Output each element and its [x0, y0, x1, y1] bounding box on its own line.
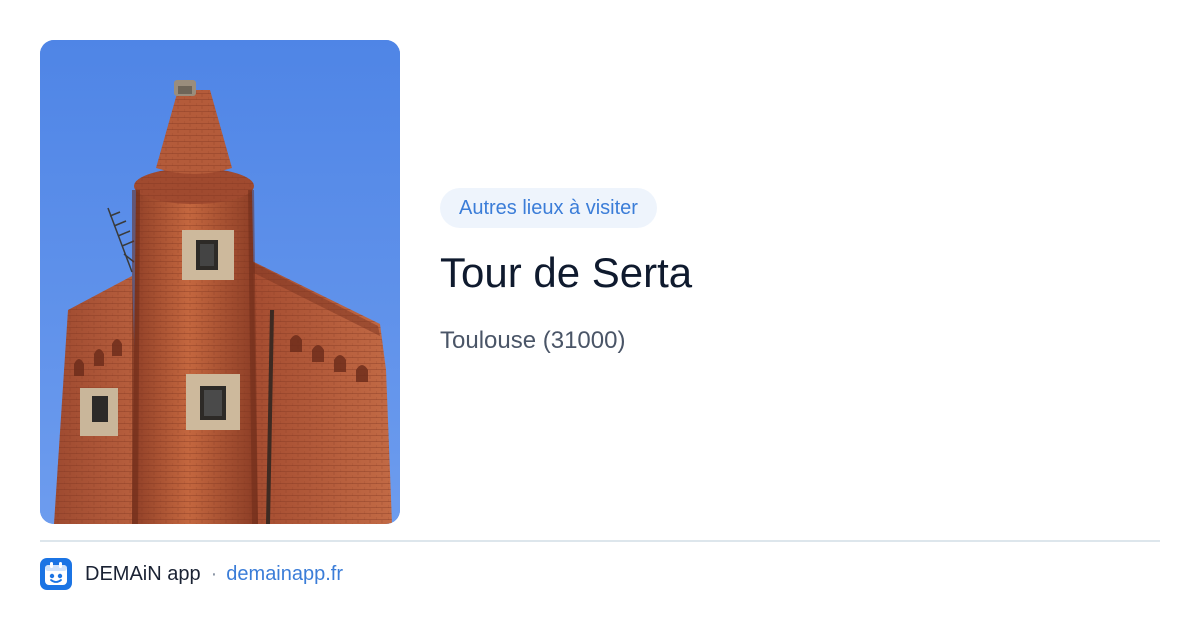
footer-divider [40, 540, 1160, 542]
place-location: Toulouse (31000) [440, 327, 626, 354]
tower-photo [40, 40, 400, 524]
place-info: Autres lieux à visiter Tour de Serta Tou… [440, 188, 1160, 356]
footer: DEMAiN app · demainapp.fr [40, 558, 343, 590]
app-name: DEMAiN app [85, 562, 201, 585]
category-badge[interactable]: Autres lieux à visiter [440, 188, 657, 228]
place-title: Tour de Serta [440, 249, 693, 296]
app-url-link[interactable]: demainapp.fr [226, 563, 343, 586]
demain-app-icon [40, 558, 72, 590]
share-card: Autres lieux à visiter Tour de Serta Tou… [0, 0, 1200, 630]
footer-separator: · [210, 562, 218, 585]
